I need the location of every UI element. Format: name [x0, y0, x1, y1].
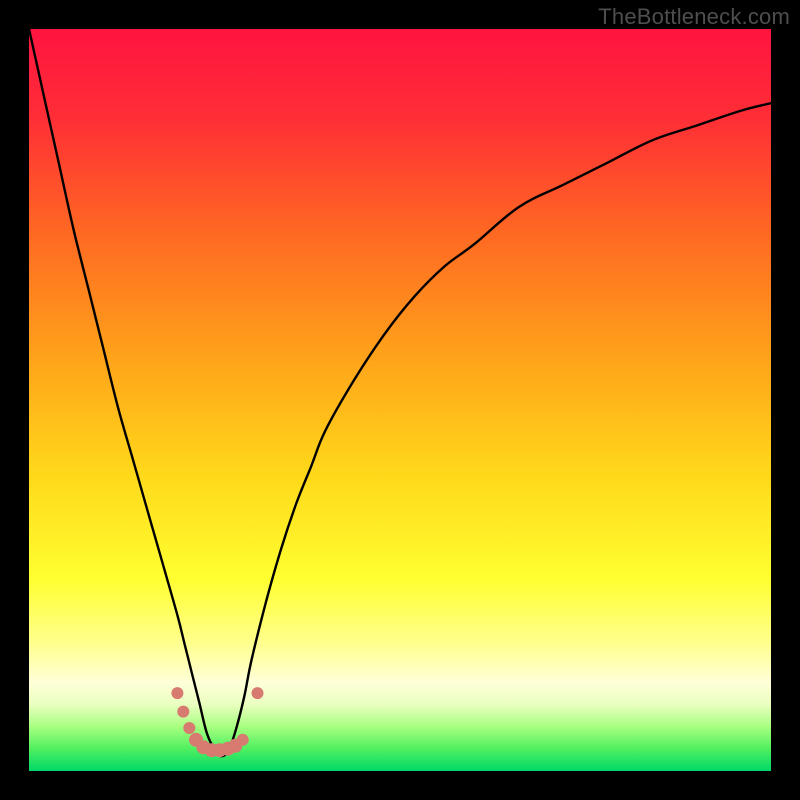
- highlight-dot: [237, 734, 249, 746]
- chart-frame: [29, 29, 771, 771]
- highlight-dot: [252, 687, 264, 699]
- highlight-dot: [171, 687, 183, 699]
- highlight-dot: [183, 722, 195, 734]
- bottleneck-chart: [29, 29, 771, 771]
- watermark-text: TheBottleneck.com: [598, 4, 790, 30]
- highlight-dot: [177, 706, 189, 718]
- gradient-background: [29, 29, 771, 771]
